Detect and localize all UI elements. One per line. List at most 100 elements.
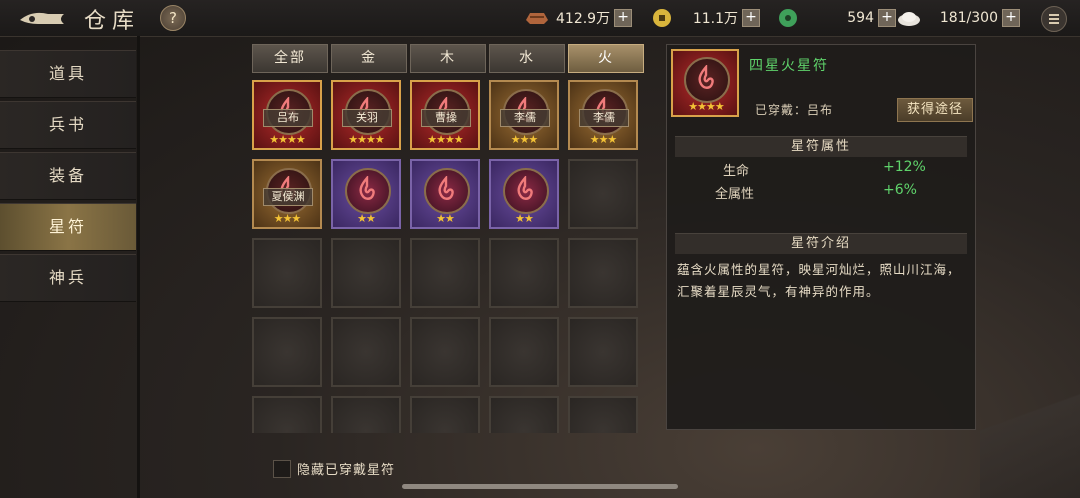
sidebar-item-label: 装备 [48,166,87,185]
attribute-value: +12% [883,159,926,175]
charm-slot[interactable]: ★★ [410,159,480,229]
empty-slot[interactable] [252,396,322,433]
attribute-label: 全属性 [715,187,755,202]
owner-tag: 吕布 [263,109,313,127]
sidebar-item-divine-weapons[interactable]: 神兵 [0,254,136,302]
empty-slot[interactable] [489,238,559,308]
selected-charm-icon: ★★★★ [671,49,739,117]
grain-icon [898,12,920,26]
element-tabs: 全部 金 木 水 火 [252,44,647,73]
star-rating: ★★★★ [269,133,305,146]
charm-slot[interactable]: 李儒 ★★★ [489,80,559,150]
star-rating: ★★ [357,212,376,225]
sidebar-item-items[interactable]: 道具 [0,50,136,98]
empty-slot[interactable] [489,317,559,387]
star-rating: ★★ [436,212,455,225]
sidebar-item-books[interactable]: 兵书 [0,101,136,149]
star-rating: ★★★ [273,212,302,225]
owner-tag: 李儒 [500,109,550,127]
empty-slot[interactable] [568,159,638,229]
intro-header: 星符介绍 [675,233,967,254]
attributes-header: 星符属性 [675,136,967,157]
empty-slot[interactable] [568,238,638,308]
fire-orb-icon [684,57,730,103]
top-bar: 仓库 ? 412.9万 + 11.1万 + 594 + 181/300 + [0,0,1080,37]
page-title: 仓库 [84,9,141,34]
resource-jade: 594 + [776,6,896,30]
home-indicator [402,484,678,489]
menu-button[interactable] [1041,6,1067,32]
empty-slot[interactable] [252,317,322,387]
resource-grain: 181/300 + [896,6,1020,30]
sidebar-item-star-charms[interactable]: 星符 [0,203,136,251]
coin-icon [653,9,671,27]
empty-slot[interactable] [568,317,638,387]
tab-water[interactable]: 水 [489,44,565,73]
charm-slot[interactable]: ★★ [489,159,559,229]
add-grain-button[interactable]: + [1002,9,1020,27]
sidebar: 道具 兵书 装备 星符 神兵 [0,50,138,305]
empty-slot[interactable] [331,238,401,308]
resource-copper: 412.9万 + [524,6,633,30]
add-jade-button[interactable]: + [878,9,896,27]
empty-slot[interactable] [568,396,638,433]
empty-slot[interactable] [410,238,480,308]
owner-tag: 李儒 [579,109,629,127]
charm-slot[interactable]: 曹操 ★★★★ [410,80,480,150]
fire-orb-icon [345,168,391,214]
charm-slot[interactable]: 夏侯渊 ★★★ [252,159,322,229]
back-arrow-icon [20,12,64,24]
charm-slot[interactable]: 李儒 ★★★ [568,80,638,150]
star-rating: ★★ [515,212,534,225]
owner-tag: 关羽 [342,109,392,127]
tab-fire[interactable]: 火 [568,44,644,73]
jade-icon [779,9,797,27]
coin-value: 11.1万 [692,11,738,27]
tab-wood[interactable]: 木 [410,44,486,73]
sidebar-item-label: 道具 [48,64,87,83]
add-coin-button[interactable]: + [742,9,760,27]
fire-orb-icon [503,168,549,214]
star-rating: ★★★ [510,133,539,146]
empty-slot[interactable] [331,317,401,387]
back-button[interactable] [18,6,70,30]
charm-slot[interactable]: 吕布 ★★★★ [252,80,322,150]
hide-equipped-toggle[interactable]: 隐藏已穿戴星符 [273,459,395,478]
fire-orb-icon [424,168,470,214]
star-rating: ★★★★ [348,133,384,146]
worn-by-label: 已穿戴：吕布 [755,103,834,117]
attribute-value: +6% [883,182,917,198]
charm-description: 蕴含火属性的星符，映星河灿烂，照山川江海，汇聚着星辰灵气，有神异的作用。 [677,262,961,299]
detail-panel: ★★★★ 四星火星符 已穿戴：吕布 获得途径 星符属性 生命 +12% 全属性 … [666,44,976,430]
sidebar-item-label: 兵书 [48,115,87,134]
background-decoration [980,360,1080,498]
inventory-grid: 吕布 ★★★★ 关羽 ★★★★ 曹操 ★★★★ 李儒 ★★★ 李儒 ★★★ 夏侯渊 ★★★ ★★ ★★ ★★ [252,80,642,433]
sidebar-item-label: 神兵 [48,268,87,287]
empty-slot[interactable] [252,238,322,308]
owner-tag: 曹操 [421,109,471,127]
empty-slot[interactable] [410,317,480,387]
sidebar-item-equipment[interactable]: 装备 [0,152,136,200]
hide-equipped-checkbox[interactable] [273,459,291,478]
charm-slot[interactable]: ★★ [331,159,401,229]
empty-slot[interactable] [410,396,480,433]
charm-slot[interactable]: 关羽 ★★★★ [331,80,401,150]
charm-name: 四星火星符 [749,58,829,74]
ingot-icon [526,13,548,24]
grain-value: 181/300 [939,10,998,26]
tab-metal[interactable]: 金 [331,44,407,73]
tab-all[interactable]: 全部 [252,44,328,73]
jade-value: 594 [847,10,874,26]
add-copper-button[interactable]: + [614,9,633,27]
star-rating: ★★★★ [688,100,724,113]
copper-value: 412.9万 [556,11,611,27]
empty-slot[interactable] [331,396,401,433]
sidebar-item-label: 星符 [48,217,87,236]
star-rating: ★★★★ [427,133,463,146]
empty-slot[interactable] [489,396,559,433]
attribute-label: 生命 [723,164,750,179]
help-button[interactable]: ? [160,5,186,31]
obtain-source-button[interactable]: 获得途径 [897,98,973,122]
hide-equipped-label: 隐藏已穿戴星符 [297,463,396,478]
owner-tag: 夏侯渊 [263,188,313,206]
